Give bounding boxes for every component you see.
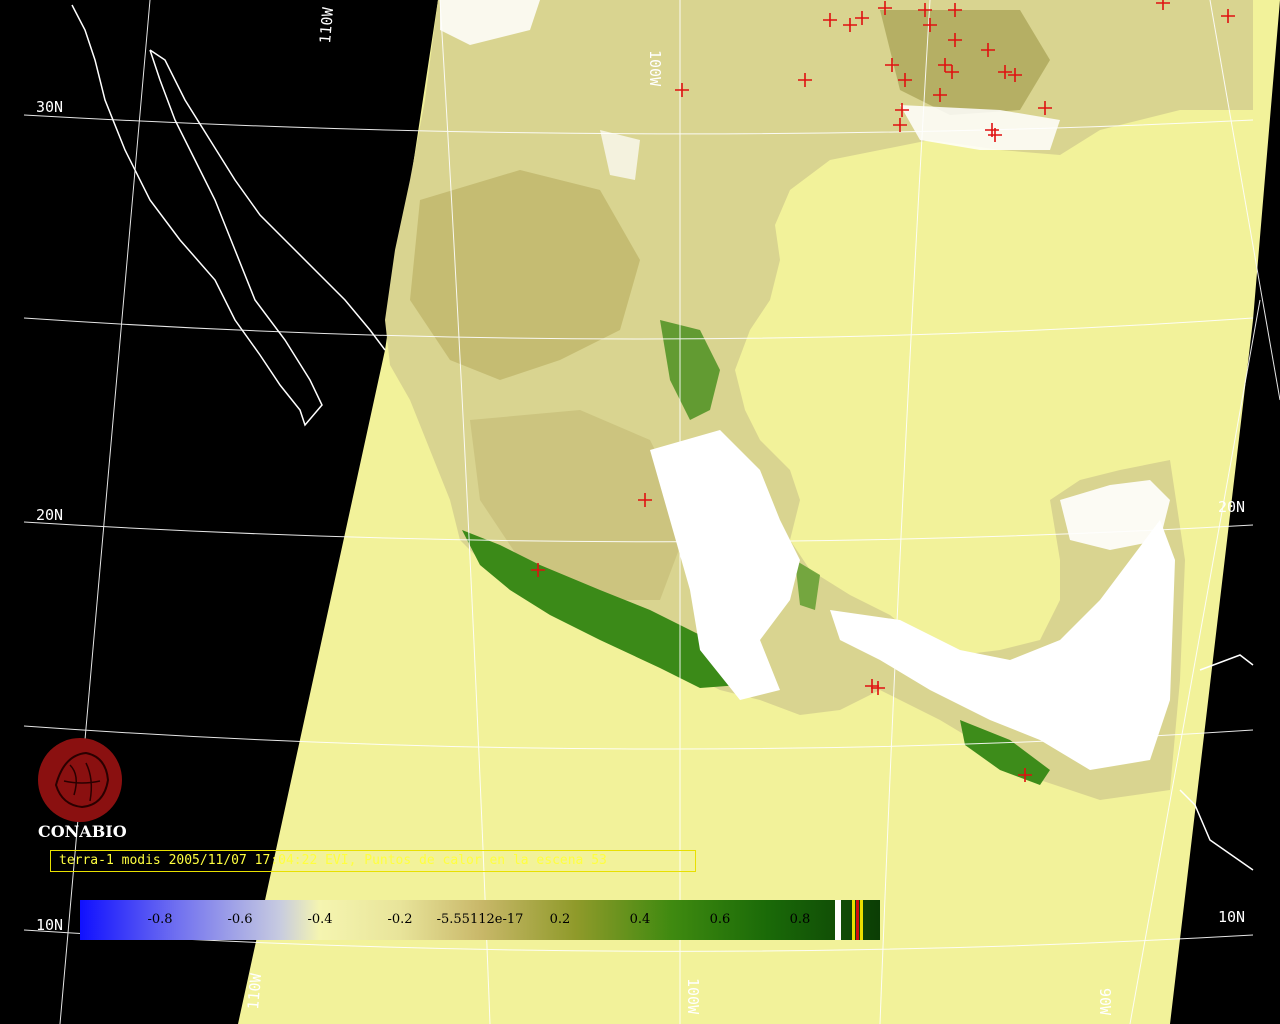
colorbar-tick: 0.2 xyxy=(549,912,571,927)
colorbar-tick: -5.55112e-17 xyxy=(436,912,524,927)
label-110w-top: 110W xyxy=(316,6,337,45)
colorbar-yellow-stripe xyxy=(852,900,855,940)
colorbar-tick: -0.6 xyxy=(227,912,253,927)
label-30n: 30N xyxy=(36,98,63,116)
label-20n-right: 20N xyxy=(1218,498,1245,516)
colorbar-tick: 0.4 xyxy=(629,912,651,927)
colorbar-yellow-stripe-2 xyxy=(860,900,863,940)
label-110w-bottom: 110W xyxy=(244,972,265,1011)
label-20n-left: 20N xyxy=(36,506,63,524)
label-90w-bottom: 90W xyxy=(1096,988,1114,1016)
logo-emblem-icon xyxy=(38,738,122,822)
colorbar-tick: 0.8 xyxy=(789,912,811,927)
scene-caption: terra-1 modis 2005/11/07 17:04:22 EVI, P… xyxy=(50,850,696,872)
label-100w-top: 100W xyxy=(646,50,664,87)
label-10n-left: 10N xyxy=(36,916,63,934)
colorbar-tick: -0.4 xyxy=(307,912,333,927)
colorbar-red-stripe xyxy=(856,900,859,940)
colorbar-tick: 0.6 xyxy=(709,912,731,927)
colorbar-white-stripe xyxy=(835,900,841,940)
colorbar-tick: -0.2 xyxy=(387,912,413,927)
colorbar-tick: -0.8 xyxy=(147,912,173,927)
evi-colorbar: -0.8 -0.6 -0.4 -0.2 -5.55112e-17 0.2 0.4 0.6 0.8 xyxy=(80,900,880,940)
label-100w-bottom: 100W xyxy=(684,978,702,1015)
label-10n-right: 10N xyxy=(1218,908,1245,926)
conabio-logo-text: CONABIO xyxy=(38,822,127,841)
